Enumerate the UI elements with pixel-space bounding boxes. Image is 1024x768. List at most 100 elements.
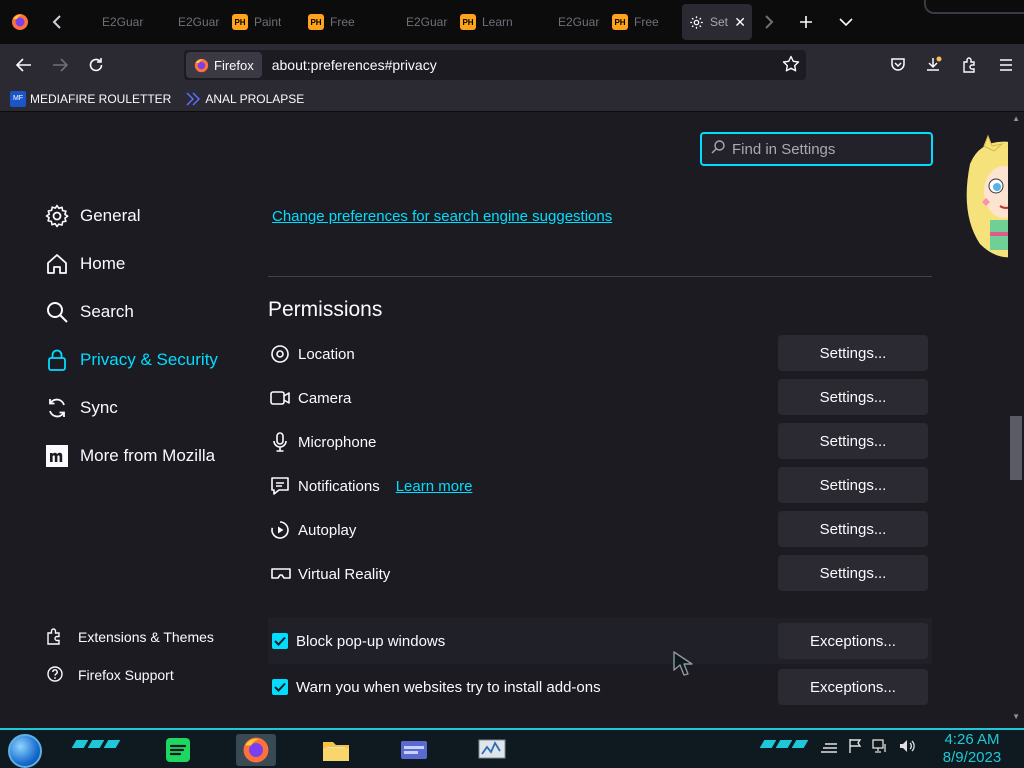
permission-notifications: Notifications Learn more Settings...	[268, 464, 932, 508]
bookmark-star-icon[interactable]	[782, 55, 800, 78]
identity-box[interactable]: Firefox	[186, 52, 262, 78]
tab-settings[interactable]: Settings ✕	[682, 4, 752, 40]
sidebar-item-search[interactable]: Search	[44, 288, 264, 336]
window-frame-decoration	[924, 0, 1024, 14]
sync-icon	[44, 395, 70, 421]
pocket-icon[interactable]	[880, 44, 916, 86]
notifications-learn-more-link[interactable]: Learn more	[396, 478, 473, 495]
volume-icon[interactable]	[898, 738, 916, 757]
warn-addons-checkbox[interactable]	[272, 679, 288, 695]
bookmark-mediafire[interactable]: MF MEDIAFIRE ROULETTER	[10, 90, 171, 107]
scroll-thumb[interactable]	[1010, 416, 1022, 480]
firefox-taskbar-icon[interactable]	[236, 734, 276, 766]
settings-page: General Home Search Privacy & Security	[0, 112, 1024, 728]
tab-e2guardian-4[interactable]: E2Guardian	[530, 4, 606, 40]
mouse-cursor-icon	[672, 650, 696, 681]
extensions-themes-link[interactable]: Extensions & Themes	[46, 618, 214, 656]
autoplay-settings-button[interactable]: Settings...	[778, 511, 928, 547]
microphone-icon	[268, 430, 298, 454]
firefox-view-icon[interactable]	[0, 0, 40, 44]
firefox-icon	[194, 58, 209, 72]
autoplay-icon	[268, 518, 298, 542]
scroll-up-icon[interactable]: ▲	[1012, 114, 1020, 123]
taskbar-decoration-left	[71, 740, 121, 748]
forward-button[interactable]	[42, 44, 78, 86]
e2-icon	[80, 14, 96, 30]
help-icon	[46, 665, 64, 686]
app-window-taskbar-icon[interactable]	[394, 734, 434, 766]
location-icon	[268, 342, 298, 366]
search-icon	[44, 299, 70, 325]
microphone-settings-button[interactable]: Settings...	[778, 423, 928, 459]
camera-icon	[268, 386, 298, 410]
vr-settings-button[interactable]: Settings...	[778, 555, 928, 591]
sidebar-item-more-from-mozilla[interactable]: More from Mozilla	[44, 432, 264, 480]
popup-exceptions-button[interactable]: Exceptions...	[778, 623, 928, 659]
url-text[interactable]: about:preferences#privacy	[272, 57, 437, 73]
addon-exceptions-button[interactable]: Exceptions...	[778, 669, 928, 705]
search-input[interactable]	[732, 140, 922, 158]
tab-strip: E2Guardian E2Guardian PHPaint PHFree E2G…	[0, 0, 1024, 44]
home-icon	[44, 251, 70, 277]
sidebar-item-privacy[interactable]: Privacy & Security	[44, 336, 264, 384]
nav-bar: Firefox about:preferences#privacy	[0, 44, 1024, 86]
e2-icon	[384, 14, 400, 30]
e2-icon	[156, 14, 172, 30]
search-suggestions-link[interactable]: Change preferences for search engine sug…	[272, 208, 612, 225]
permission-microphone: Microphone Settings...	[268, 420, 932, 464]
tab-paint[interactable]: PH Paint	[226, 4, 302, 40]
extensions-icon[interactable]	[952, 44, 988, 86]
tab-learn[interactable]: PH Learn	[454, 4, 530, 40]
sidebar-item-sync[interactable]: Sync	[44, 384, 264, 432]
start-button[interactable]	[8, 734, 42, 768]
network-icon[interactable]	[872, 738, 888, 757]
find-in-settings[interactable]	[700, 132, 933, 166]
tab-free-2[interactable]: PH Free	[606, 4, 682, 40]
sidebar-item-home[interactable]: Home	[44, 240, 264, 288]
back-button[interactable]	[6, 44, 42, 86]
bookmark-icon	[185, 91, 201, 107]
menu-icon[interactable]	[988, 44, 1024, 86]
permission-camera: Camera Settings...	[268, 376, 932, 420]
taskbar-decoration-right	[759, 740, 809, 748]
spotify-taskbar-icon[interactable]	[158, 734, 198, 766]
notifications-settings-button[interactable]: Settings...	[778, 467, 928, 503]
flag-icon[interactable]	[848, 738, 862, 757]
show-desktop-icon[interactable]	[820, 738, 838, 757]
downloads-icon[interactable]	[916, 44, 952, 86]
tabs-scroll-right-icon[interactable]	[752, 0, 786, 44]
bookmark-second[interactable]: ANAL PROLAPSE	[185, 91, 304, 107]
ph-icon: PH	[612, 14, 628, 30]
vertical-scrollbar[interactable]: ▲ ▼	[1008, 112, 1024, 728]
search-icon	[710, 139, 726, 160]
reload-button[interactable]	[78, 44, 114, 86]
task-manager-taskbar-icon[interactable]	[472, 734, 512, 766]
puzzle-icon	[46, 627, 64, 648]
ph-icon: PH	[460, 14, 476, 30]
tab-e2guardian-1[interactable]: E2Guardian	[74, 4, 150, 40]
firefox-support-link[interactable]: Firefox Support	[46, 656, 214, 694]
file-explorer-taskbar-icon[interactable]	[316, 734, 356, 766]
sidebar-footer: Extensions & Themes Firefox Support	[46, 618, 214, 694]
tabs-scroll-left-icon[interactable]	[40, 0, 74, 44]
camera-settings-button[interactable]: Settings...	[778, 379, 928, 415]
tab-e2guardian-3[interactable]: E2Guardian	[378, 4, 454, 40]
gear-icon	[44, 203, 70, 229]
toolbar-right	[880, 44, 1024, 86]
tab-e2guardian-2[interactable]: E2Guardian	[150, 4, 226, 40]
sidebar-item-general[interactable]: General	[44, 192, 264, 240]
warn-addons-row: Warn you when websites try to install ad…	[268, 664, 932, 710]
close-tab-icon[interactable]: ✕	[734, 14, 746, 31]
url-bar[interactable]: Firefox about:preferences#privacy	[184, 50, 806, 80]
location-settings-button[interactable]: Settings...	[778, 335, 928, 371]
clock-time: 4:26 AM	[944, 731, 1000, 748]
new-tab-button[interactable]	[786, 0, 826, 44]
scroll-down-icon[interactable]: ▼	[1012, 712, 1020, 721]
taskbar-clock[interactable]: 4:26 AM 8/9/2023	[936, 730, 1008, 767]
permission-virtual-reality: Virtual Reality Settings...	[268, 552, 932, 596]
list-all-tabs-button[interactable]	[826, 0, 866, 44]
notification-icon	[268, 474, 298, 498]
block-popups-checkbox[interactable]	[272, 633, 288, 649]
permission-location: Location Settings...	[268, 332, 932, 376]
tab-free-1[interactable]: PH Free	[302, 4, 378, 40]
